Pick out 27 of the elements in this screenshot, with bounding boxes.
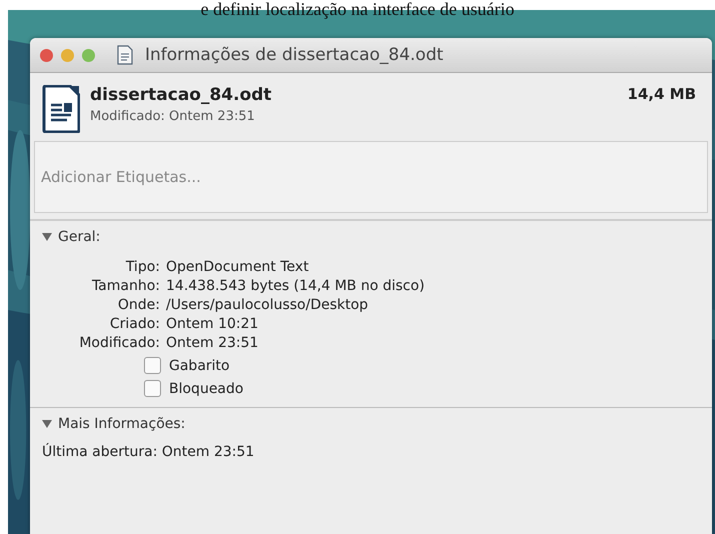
file-size: 14,4 MB — [627, 85, 696, 103]
field-label: Criado: — [108, 316, 160, 332]
document-icon — [42, 85, 80, 133]
field-label: Onde: — [116, 297, 160, 313]
field-value: OpenDocument Text — [166, 259, 310, 275]
checkbox[interactable]: Bloqueado — [144, 380, 244, 397]
field-value: 14.438.543 bytes (14,4 MB no disco) — [166, 278, 425, 294]
section-header[interactable]: Mais Informações: — [42, 416, 186, 432]
tags-field[interactable]: Adicionar Etiquetas... — [34, 141, 708, 213]
field-label: Modificado: — [78, 335, 160, 351]
disclosure-triangle-icon — [42, 232, 52, 242]
window-title: Informações de dissertacao_84.odt — [145, 45, 444, 65]
file-name: dissertacao_84.odt — [90, 85, 272, 105]
minimize-button[interactable] — [61, 48, 74, 62]
section-header[interactable]: Geral: — [42, 229, 100, 245]
disclosure-triangle-icon — [42, 419, 52, 429]
modified-date: Modificado: Ontem 23:51 — [90, 109, 256, 124]
field-value: /Users/paulocolusso/Desktop — [166, 297, 370, 313]
field-value: Ontem 23:51 — [166, 335, 260, 351]
checkbox[interactable]: Gabarito — [144, 357, 230, 374]
document-icon — [117, 45, 133, 65]
info-text: Última abertura: Ontem 23:51 — [42, 444, 256, 460]
field-label: Tipo: — [124, 259, 160, 275]
field-value: Ontem 10:21 — [166, 316, 260, 332]
close-button[interactable] — [40, 48, 53, 62]
field-label: Tamanho: — [90, 278, 160, 294]
zoom-button[interactable] — [82, 48, 95, 62]
